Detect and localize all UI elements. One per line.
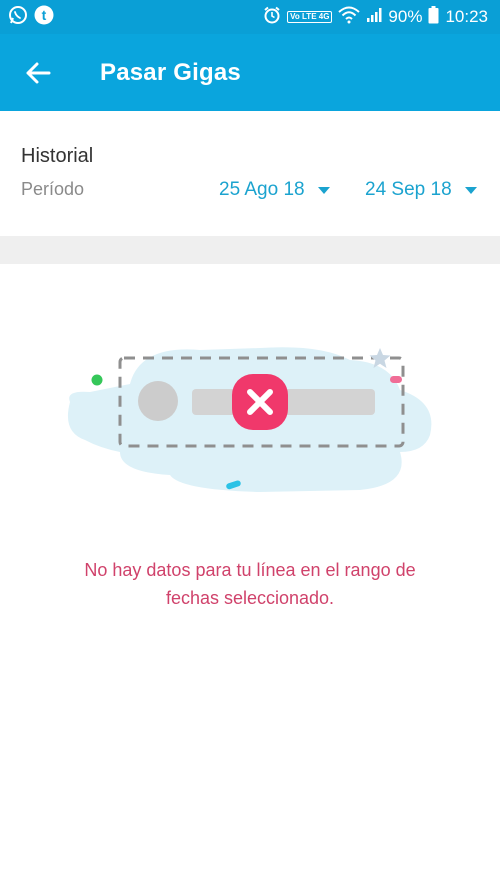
tumblr-icon: t: [34, 5, 54, 30]
arrow-left-icon: [26, 62, 51, 83]
date-to-dropdown[interactable]: 24 Sep 18: [365, 179, 478, 201]
volte-icon: Vo LTE 4G: [287, 11, 333, 23]
page-title: Pasar Gigas: [100, 58, 241, 86]
battery-icon: [428, 5, 439, 29]
battery-percent: 90%: [388, 7, 423, 26]
date-from-value: 25 Ago 18: [219, 179, 305, 200]
history-title: Historial: [21, 145, 94, 167]
error-x-icon: [232, 374, 288, 430]
status-right: Vo LTE 4G 90% 10:23: [257, 5, 488, 29]
empty-message-line-2: fechas seleccionado.: [165, 588, 335, 608]
empty-state-message: No hay datos para tu línea en el rango d…: [40, 556, 460, 612]
chevron-down-icon: [317, 187, 330, 194]
status-time: 10:23: [445, 7, 488, 26]
status-left: t: [8, 5, 60, 30]
chevron-down-icon: [464, 187, 477, 194]
date-from-dropdown[interactable]: 25 Ago 18: [219, 179, 331, 201]
period-label: Período: [21, 179, 85, 199]
alarm-icon: [263, 6, 281, 29]
whatsapp-icon: [8, 5, 28, 30]
signal-icon: [366, 7, 382, 28]
date-to-value: 24 Sep 18: [365, 179, 452, 200]
status-bar: t Vo LTE 4G 90% 10:23: [0, 0, 500, 34]
app-bar: Pasar Gigas: [0, 34, 500, 111]
svg-text:t: t: [42, 7, 47, 23]
section-divider: [0, 236, 500, 264]
empty-state-illustration: [60, 340, 440, 500]
history-section: Historial Período 25 Ago 18 24 Sep 18: [0, 111, 500, 236]
empty-message-line-1: No hay datos para tu línea en el rango d…: [84, 560, 416, 580]
back-button[interactable]: [10, 45, 66, 101]
wifi-icon: [338, 6, 361, 29]
